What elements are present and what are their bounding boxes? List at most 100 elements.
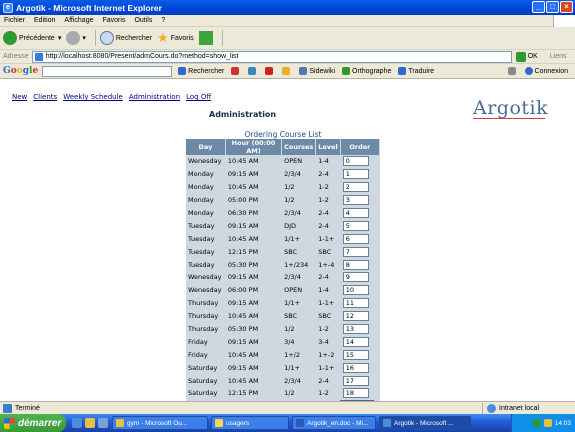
order-input[interactable]: 3: [342, 195, 369, 206]
cell-courses: DJD: [284, 221, 297, 230]
address-input[interactable]: http://localhost:8080/Present/admCours.d…: [31, 50, 512, 63]
sidewiki-icon: [299, 67, 308, 75]
cell-hour: 06:30 PM: [227, 209, 259, 217]
desktop-quicklaunch-icon[interactable]: [98, 418, 108, 428]
order-input[interactable]: 2: [342, 182, 369, 193]
cell-day: Thursday: [188, 325, 219, 334]
cell-order: 14: [341, 335, 380, 348]
stop-sign-icon[interactable]: [265, 67, 275, 75]
menu-edit[interactable]: Edition: [34, 17, 55, 24]
forward-dropdown-icon[interactable]: ▾: [82, 34, 86, 42]
cell-courses: 2/3/4: [284, 170, 301, 179]
task-usagers[interactable]: usagers: [211, 416, 289, 430]
bookmark-icon[interactable]: [282, 67, 292, 75]
cell-hour: 12:15 PM: [227, 247, 259, 256]
cell-level: 2-4: [318, 170, 329, 179]
forward-button[interactable]: ▾: [66, 31, 86, 45]
google-search-input[interactable]: [42, 65, 173, 77]
nav-link-weekly-schedule[interactable]: Weekly Schedule: [63, 93, 123, 101]
table-row: Monday 06:30 PM 2/3/4 2-4 4: [186, 207, 380, 220]
sidewiki-button[interactable]: Sidewiki: [299, 67, 335, 75]
nav-link-new[interactable]: New: [12, 93, 27, 101]
order-input[interactable]: 9: [342, 272, 369, 283]
cell-level: 1+-4: [318, 260, 335, 269]
cell-hour: 05:30 PM: [227, 260, 259, 269]
order-input[interactable]: 11: [342, 298, 369, 309]
back-dropdown-icon[interactable]: ▾: [58, 34, 62, 42]
order-input[interactable]: 14: [342, 336, 369, 347]
links-button[interactable]: Liens: [550, 53, 567, 60]
cell-order: 6: [341, 232, 380, 245]
maximize-button[interactable]: □: [546, 1, 559, 13]
spellcheck-label: Orthographe: [352, 67, 392, 75]
argotik-logo: Argotik: [473, 97, 549, 119]
order-input[interactable]: 13: [342, 324, 369, 335]
security-zone: Intranet local: [482, 403, 539, 414]
cell-order: 2: [341, 181, 380, 194]
order-input[interactable]: 7: [342, 246, 369, 257]
outlook-quicklaunch-icon[interactable]: [85, 418, 95, 428]
order-input[interactable]: 17: [342, 375, 369, 386]
google-search-button[interactable]: Rechercher: [178, 67, 224, 75]
task-outlook[interactable]: gym - Microsoft Ou...: [112, 416, 208, 430]
go-arrow-icon: [515, 51, 526, 62]
window-title-bar[interactable]: e Argotik - Microsoft Internet Explorer …: [0, 0, 575, 15]
menu-tools[interactable]: Outils: [134, 17, 152, 24]
wrench-button[interactable]: [507, 67, 518, 75]
menu-view[interactable]: Affichage: [64, 17, 93, 24]
volume-icon[interactable]: [543, 419, 552, 427]
spellcheck-icon: [342, 67, 351, 75]
order-input[interactable]: 1: [342, 169, 369, 180]
order-input[interactable]: 8: [342, 259, 369, 270]
nav-link-log-off[interactable]: Log Off: [186, 93, 211, 101]
task-word[interactable]: Argotik_en.doc - Mi...: [292, 416, 376, 430]
nav-link-clients[interactable]: Clients: [33, 93, 57, 101]
cell-hour: 05:30 PM: [227, 325, 259, 334]
cell-hour: 10:45 AM: [227, 183, 259, 192]
order-input[interactable]: 10: [342, 285, 369, 296]
ie-quicklaunch-icon[interactable]: [72, 418, 82, 428]
plus-icon[interactable]: [248, 67, 258, 75]
cell-level: SBC: [318, 312, 332, 321]
cell-level: 1-2: [318, 389, 329, 398]
popup-blocker-icon[interactable]: [231, 67, 241, 75]
go-button[interactable]: OK: [515, 51, 538, 62]
search-button[interactable]: Rechercher: [99, 31, 152, 45]
spellcheck-button[interactable]: Orthographe: [342, 67, 391, 75]
table-row: Thursday 09:15 AM 1/1+ 1-1+ 11: [186, 297, 380, 310]
clock[interactable]: 14:03: [555, 420, 571, 427]
order-input[interactable]: 16: [342, 362, 369, 373]
order-input[interactable]: 0: [342, 156, 369, 167]
cell-day: Monday: [188, 209, 214, 217]
network-icon[interactable]: [532, 419, 541, 427]
back-button[interactable]: Précédente ▾: [3, 31, 61, 45]
minimize-button[interactable]: _: [532, 1, 545, 13]
cell-order: 16: [341, 361, 380, 374]
menu-favorites[interactable]: Favoris: [102, 17, 125, 24]
cell-day: Saturday: [188, 376, 218, 385]
order-input[interactable]: 12: [342, 311, 369, 322]
translate-button[interactable]: Traduire: [398, 67, 434, 75]
order-input[interactable]: 18: [342, 388, 369, 399]
order-input[interactable]: 4: [342, 208, 369, 218]
history-icon[interactable]: [198, 31, 213, 45]
order-input[interactable]: 6: [342, 233, 369, 244]
back-arrow-icon: [3, 31, 17, 45]
order-input[interactable]: 15: [342, 349, 369, 360]
start-button[interactable]: démarrer: [0, 414, 66, 432]
cell-courses: 1/2: [284, 389, 295, 398]
close-button[interactable]: ×: [560, 1, 573, 13]
table-row: Monday 05:00 PM 1/2 1-2 3: [186, 194, 380, 207]
table-row: Thursday 05:30 PM 1/2 1-2 13: [186, 323, 380, 336]
login-button[interactable]: Connexion: [524, 67, 568, 75]
menu-help[interactable]: ?: [161, 17, 165, 24]
menu-file[interactable]: Fichier: [4, 17, 25, 24]
favorites-button[interactable]: ★ Favoris: [157, 30, 194, 46]
order-input[interactable]: 5: [342, 220, 369, 231]
nav-link-administration[interactable]: Administration: [129, 93, 180, 101]
page-title: Administration: [209, 110, 277, 119]
task-internet-explorer[interactable]: Argotik - Microsoft ...: [379, 416, 471, 430]
cell-order: 4: [341, 207, 380, 220]
cell-day: Saturday: [188, 363, 218, 372]
course-order-table: Day Hour (00:00 AM) Courses Level Order …: [186, 139, 380, 400]
